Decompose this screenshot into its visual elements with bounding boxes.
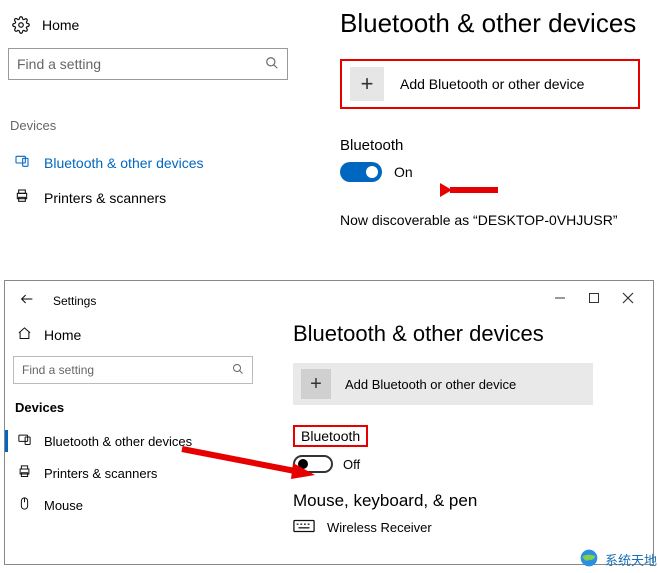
toggle-state-label: Off	[343, 457, 360, 472]
bottom-sidebar: Settings Home Find a setting Devices Blu…	[5, 281, 287, 564]
mouse-icon	[17, 496, 32, 514]
plus-icon: +	[350, 67, 384, 101]
plus-icon: +	[301, 369, 331, 399]
toggle-state-label: On	[394, 164, 413, 180]
home-label: Home	[42, 17, 79, 33]
search-icon	[232, 363, 244, 378]
devices-section-label: Devices	[10, 118, 330, 133]
sidebar-item-printers[interactable]: Printers & scanners	[8, 180, 330, 215]
search-icon	[265, 56, 279, 73]
search-input[interactable]: Find a setting	[13, 356, 253, 384]
home-nav[interactable]: Home	[8, 8, 330, 48]
devices-section-label: Devices	[15, 400, 279, 415]
add-device-button[interactable]: + Add Bluetooth or other device	[340, 59, 640, 109]
search-placeholder: Find a setting	[17, 56, 101, 72]
annotation-arrow-icon	[440, 180, 500, 203]
bottom-content: Bluetooth & other devices + Add Bluetoot…	[287, 281, 653, 564]
back-button[interactable]	[19, 291, 35, 310]
watermark-text: 系统天地	[605, 550, 657, 569]
bluetooth-devices-icon	[14, 153, 30, 172]
bluetooth-toggle[interactable]	[340, 162, 382, 182]
device-category-heading: Mouse, keyboard, & pen	[293, 491, 643, 511]
nav-label: Printers & scanners	[44, 466, 157, 481]
nav-label: Mouse	[44, 498, 83, 513]
page-title: Bluetooth & other devices	[340, 8, 659, 39]
sidebar-item-mouse[interactable]: Mouse	[13, 489, 279, 521]
bluetooth-heading: Bluetooth	[340, 137, 659, 154]
home-nav[interactable]: Home	[13, 320, 279, 356]
window-title: Settings	[53, 294, 96, 308]
device-label: Wireless Receiver	[327, 520, 432, 535]
home-icon	[17, 326, 32, 344]
top-settings-fragment: Home Find a setting Devices Bluetooth & …	[0, 0, 659, 228]
bluetooth-devices-icon	[17, 432, 32, 450]
add-device-label: Add Bluetooth or other device	[345, 377, 516, 392]
top-sidebar: Home Find a setting Devices Bluetooth & …	[8, 8, 330, 228]
bottom-settings-window: Settings Home Find a setting Devices Blu…	[4, 280, 654, 565]
nav-label: Bluetooth & other devices	[44, 434, 192, 449]
printer-icon	[17, 464, 32, 482]
sidebar-item-bluetooth[interactable]: Bluetooth & other devices	[8, 145, 330, 180]
search-input[interactable]: Find a setting	[8, 48, 288, 80]
device-item[interactable]: Wireless Receiver	[293, 519, 643, 536]
nav-label: Bluetooth & other devices	[44, 155, 204, 171]
add-device-label: Add Bluetooth or other device	[400, 76, 584, 92]
page-title: Bluetooth & other devices	[293, 321, 643, 347]
discoverable-text: Now discoverable as “DESKTOP-0VHJUSR”	[340, 212, 659, 228]
globe-icon	[579, 548, 599, 571]
nav-label: Printers & scanners	[44, 190, 166, 206]
watermark: 系统天地	[579, 548, 657, 571]
add-device-button[interactable]: + Add Bluetooth or other device	[293, 363, 593, 405]
annotation-arrow-icon	[177, 441, 317, 484]
gear-icon	[12, 16, 30, 34]
home-label: Home	[44, 327, 81, 343]
keyboard-icon	[293, 519, 315, 536]
search-placeholder: Find a setting	[22, 363, 94, 377]
printer-icon	[14, 188, 30, 207]
